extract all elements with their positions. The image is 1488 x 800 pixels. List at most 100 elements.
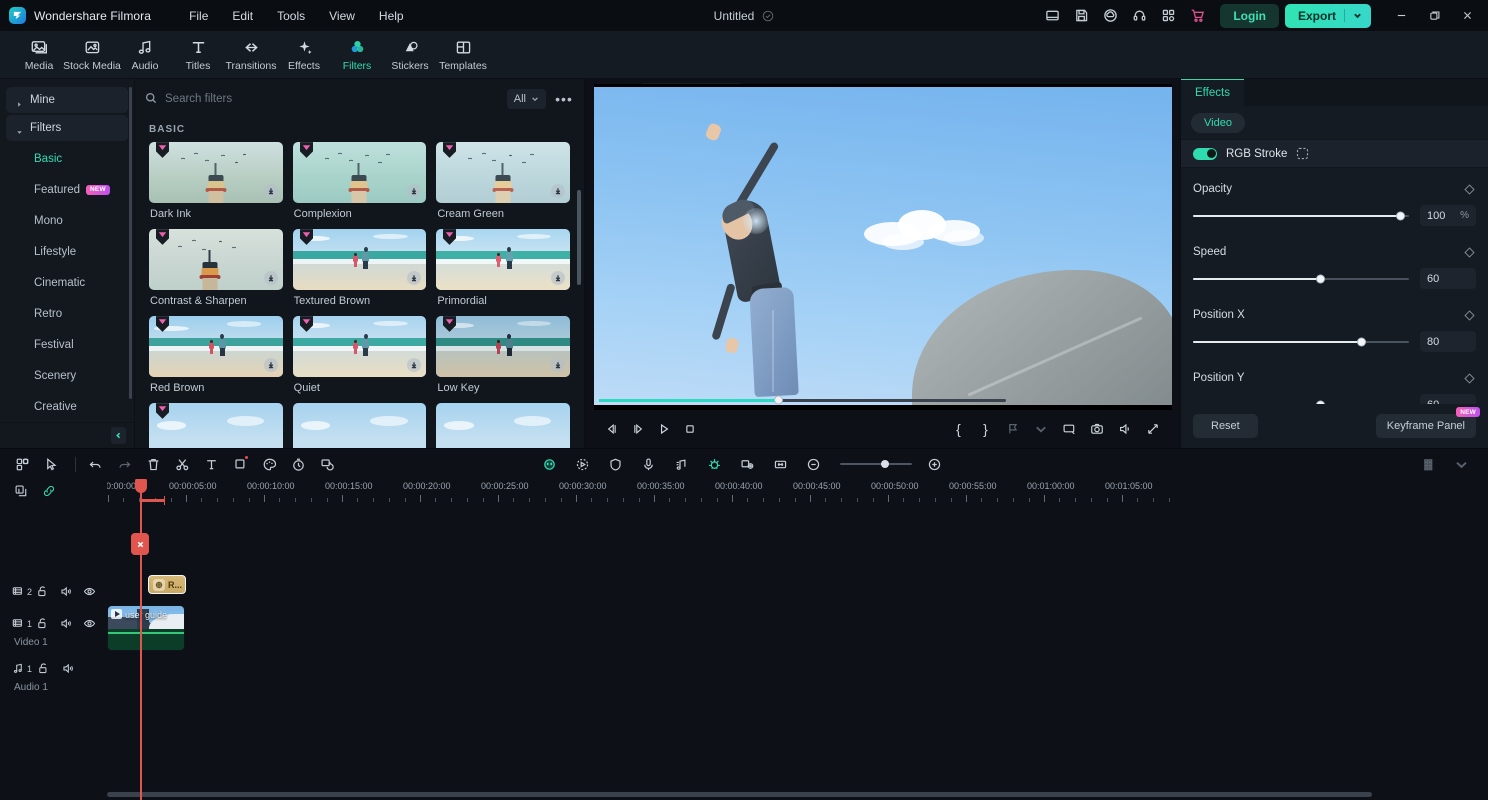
download-icon[interactable] [551, 184, 565, 198]
filter-card[interactable]: Contrast & Sharpen [149, 229, 283, 308]
zoom-in-icon[interactable] [922, 452, 946, 476]
playhead-handle[interactable] [135, 479, 147, 493]
timeline-horizontal-scrollbar[interactable] [107, 792, 1482, 797]
sidebar-item-featured[interactable]: Featured NEW [0, 174, 134, 205]
text-tool-icon[interactable] [199, 452, 223, 476]
mute-icon[interactable] [60, 585, 84, 598]
keyframe-diamond-icon[interactable] [1463, 372, 1476, 385]
playhead-ruler[interactable] [140, 479, 142, 505]
filter-thumbnail[interactable] [436, 142, 570, 203]
next-frame-button[interactable] [625, 417, 650, 442]
filter-card[interactable]: Cream Green [436, 142, 570, 221]
progress-knob[interactable] [774, 396, 783, 405]
playback-progress-bar[interactable] [599, 399, 1006, 402]
shopping-cart-icon[interactable] [1185, 3, 1210, 28]
playhead-marker-button[interactable] [131, 533, 149, 555]
speed-slider[interactable] [1193, 278, 1409, 280]
eye-icon[interactable] [83, 585, 107, 598]
download-icon[interactable] [551, 358, 565, 372]
sidebar-item-cinematic[interactable]: Cinematic [0, 267, 134, 298]
save-icon[interactable] [1069, 3, 1094, 28]
browser-more-menu[interactable]: ••• [554, 89, 574, 109]
filter-thumbnail[interactable] [436, 229, 570, 290]
speed-timer-icon[interactable] [286, 452, 310, 476]
crop-tool-icon[interactable] [228, 452, 252, 476]
split-scissors-icon[interactable] [170, 452, 194, 476]
lock-icon[interactable] [36, 617, 60, 630]
slider-knob[interactable] [1396, 211, 1405, 220]
filter-card[interactable]: Quiet [293, 316, 427, 395]
menu-view[interactable]: View [317, 4, 367, 28]
position-y-value-box[interactable]: 60 [1420, 394, 1476, 404]
marker-button[interactable] [1000, 417, 1025, 442]
collapse-sidebar-button[interactable] [111, 427, 126, 444]
sidebar-item-retro[interactable]: Retro [0, 298, 134, 329]
delete-trash-icon[interactable] [141, 452, 165, 476]
preview-canvas[interactable] [594, 84, 1172, 410]
tab-templates[interactable]: Templates [438, 34, 488, 75]
filter-card[interactable]: Complexion [293, 142, 427, 221]
sidebar-group-filters[interactable]: Filters [6, 115, 128, 141]
mute-icon[interactable] [60, 617, 84, 630]
playhead-tracks[interactable] [140, 505, 142, 800]
keyframe-panel-button[interactable]: Keyframe Panel NEW [1376, 414, 1476, 438]
add-marker-icon[interactable] [14, 484, 28, 501]
auto-beat-sync-icon[interactable] [669, 452, 693, 476]
filter-thumbnail[interactable] [293, 142, 427, 203]
volume-button[interactable] [1112, 417, 1137, 442]
filter-thumbnail[interactable] [149, 229, 283, 290]
track-lanes[interactable]: R... user guide [107, 505, 1488, 800]
effect-enable-toggle[interactable] [1193, 148, 1217, 160]
tab-effects[interactable]: Effects [279, 34, 329, 75]
lock-icon[interactable] [37, 662, 62, 675]
speed-value-box[interactable]: 60 [1420, 268, 1476, 289]
minimize-button[interactable] [1385, 0, 1418, 31]
scrollbar-thumb[interactable] [107, 792, 1372, 797]
sidebar-item-basic[interactable]: Basic [0, 143, 134, 174]
green-screen-icon[interactable] [735, 452, 759, 476]
sidebar-item-lifestyle[interactable]: Lifestyle [0, 236, 134, 267]
sidebar-item-scenery[interactable]: Scenery [0, 360, 134, 391]
menu-help[interactable]: Help [367, 4, 416, 28]
filter-type-dropdown[interactable]: All [507, 89, 546, 109]
filter-card[interactable]: Low Key [436, 316, 570, 395]
render-preview-button[interactable] [1056, 417, 1081, 442]
subtab-video[interactable]: Video [1191, 113, 1245, 133]
eye-icon[interactable] [83, 617, 107, 630]
search-input[interactable] [165, 93, 499, 105]
filter-thumbnail[interactable] [293, 403, 427, 448]
filter-card[interactable] [293, 403, 427, 448]
undo-icon[interactable] [83, 452, 107, 476]
voiceover-mic-icon[interactable] [636, 452, 660, 476]
stabilization-icon[interactable] [603, 452, 627, 476]
timeline-clip-video[interactable]: user guide [107, 605, 185, 651]
color-palette-icon[interactable] [257, 452, 281, 476]
timeline-settings-grid-icon[interactable] [1417, 452, 1441, 476]
keyframe-diamond-icon[interactable] [1463, 183, 1476, 196]
login-button[interactable]: Login [1220, 4, 1279, 28]
motion-tracking-icon[interactable] [570, 452, 594, 476]
select-cursor-icon[interactable] [39, 452, 63, 476]
filter-card[interactable]: Primordial [436, 229, 570, 308]
tab-effects-panel[interactable]: Effects [1181, 79, 1244, 106]
position-x-slider[interactable] [1193, 341, 1409, 343]
apps-grid-icon[interactable] [1156, 3, 1181, 28]
tab-titles[interactable]: Titles [173, 34, 223, 75]
support-headphones-icon[interactable] [1127, 3, 1152, 28]
redo-icon[interactable] [112, 452, 136, 476]
sidebar-item-creative[interactable]: Creative [0, 391, 134, 422]
browser-scrollbar[interactable] [577, 190, 581, 285]
link-clips-icon[interactable] [42, 484, 56, 501]
cloud-upload-icon[interactable] [1098, 3, 1123, 28]
zoom-out-icon[interactable] [801, 452, 825, 476]
close-button[interactable] [1451, 0, 1484, 31]
sidebar-group-mine[interactable]: Mine [6, 87, 128, 113]
position-x-value-box[interactable]: 80 [1420, 331, 1476, 352]
reset-button[interactable]: Reset [1193, 414, 1258, 438]
tab-transitions[interactable]: Transitions [226, 34, 276, 75]
fullscreen-button[interactable] [1140, 417, 1165, 442]
filter-card[interactable] [436, 403, 570, 448]
adjust-icon[interactable] [768, 452, 792, 476]
menu-file[interactable]: File [177, 4, 220, 28]
filter-thumbnail[interactable] [149, 316, 283, 377]
